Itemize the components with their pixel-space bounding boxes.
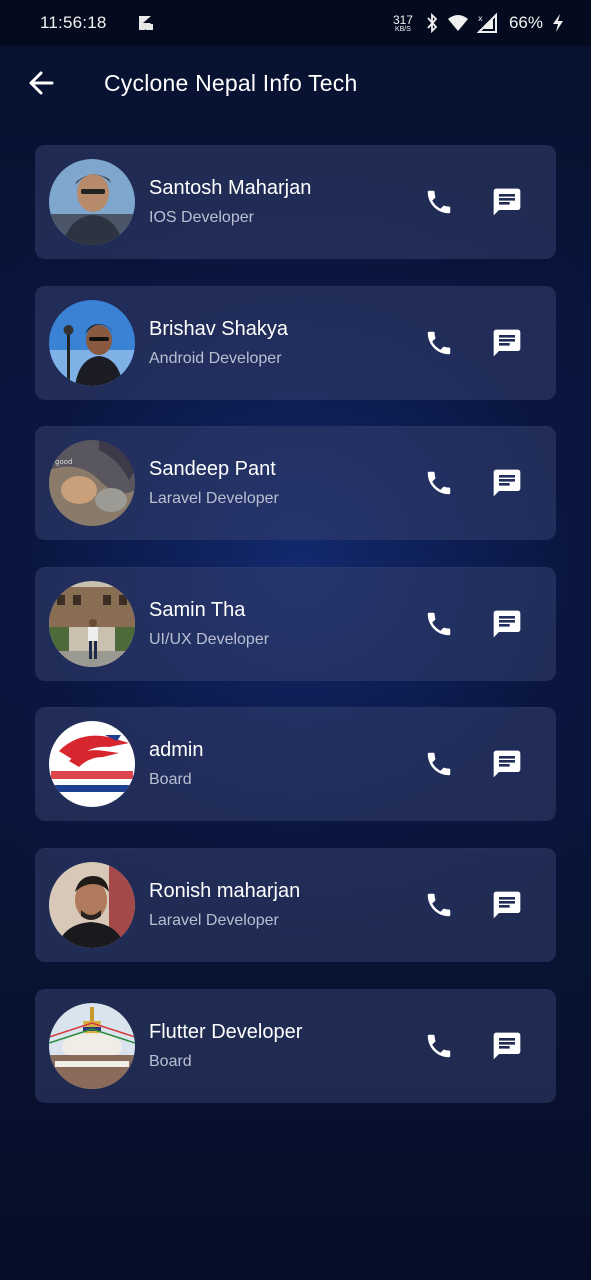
message-icon <box>493 1032 521 1059</box>
svg-text:x: x <box>478 14 483 23</box>
contact-role: Android Developer <box>149 349 282 367</box>
net-speed: 317 KB/S <box>393 14 413 33</box>
call-button[interactable] <box>422 747 456 781</box>
message-icon <box>493 751 521 778</box>
contact-card[interactable]: Brishav Shakya Android Developer <box>35 285 556 400</box>
message-icon <box>493 188 521 216</box>
battery-level: 66% <box>508 13 543 32</box>
contact-role: Board <box>149 771 192 789</box>
wifi-icon <box>447 14 469 32</box>
contact-card[interactable]: Flutter Developer Board <box>35 988 556 1103</box>
message-button[interactable] <box>490 185 524 219</box>
contact-role: Laravel Developer <box>149 490 279 508</box>
message-button[interactable] <box>490 607 524 641</box>
avatar <box>49 721 135 808</box>
avatar <box>49 159 135 245</box>
contact-name: Sandeep Pant <box>149 458 276 481</box>
avatar: good <box>49 440 135 527</box>
call-button[interactable] <box>422 888 456 922</box>
contact-role: Laravel Developer <box>149 911 279 929</box>
phone-icon <box>427 1034 451 1057</box>
message-icon <box>493 469 521 497</box>
message-button[interactable] <box>490 466 524 500</box>
contact-list: Santosh Maharjan IOS Developer Brishav S… <box>35 145 556 1129</box>
charging-icon <box>551 13 565 33</box>
net-speed-value: 317 <box>392 12 413 27</box>
avatar <box>49 580 135 667</box>
phone-icon <box>427 612 451 636</box>
phone-icon <box>427 471 451 495</box>
contact-card[interactable]: admin Board <box>35 707 556 822</box>
status-bar: 11:56:18 317 KB/S x 66% <box>0 0 591 46</box>
contact-name: Flutter Developer <box>149 1020 303 1043</box>
contact-name: admin <box>149 739 204 762</box>
bluetooth-icon <box>425 13 439 33</box>
phone-icon <box>427 190 451 214</box>
contact-card[interactable]: Samin Tha UI/UX Developer <box>35 566 556 681</box>
contact-name: Samin Tha <box>149 598 246 621</box>
contact-name: Santosh Maharjan <box>149 177 312 199</box>
call-button[interactable] <box>422 185 456 219</box>
contact-card[interactable]: Santosh Maharjan IOS Developer <box>35 145 556 259</box>
notification-icon <box>137 14 155 32</box>
back-button[interactable] <box>26 70 56 100</box>
call-button[interactable] <box>422 1029 456 1063</box>
avatar <box>49 861 135 948</box>
message-button[interactable] <box>490 326 524 360</box>
net-speed-unit: KB/S <box>394 25 411 33</box>
contact-name: Brishav Shakya <box>149 317 288 340</box>
message-button[interactable] <box>490 888 524 922</box>
avatar <box>49 299 135 386</box>
page-title: Cyclone Nepal Info Tech <box>104 70 358 96</box>
message-button[interactable] <box>490 747 524 781</box>
phone-icon <box>427 753 451 776</box>
contact-card[interactable]: good Sandeep Pant Laravel Developer <box>35 426 556 541</box>
contact-role: IOS Developer <box>149 209 254 226</box>
svg-text:good: good <box>55 458 72 466</box>
contact-name: Ronish maharjan <box>149 879 301 902</box>
avatar <box>49 1002 135 1089</box>
status-right: 317 KB/S x 66% <box>393 13 565 33</box>
message-icon <box>493 610 521 638</box>
phone-icon <box>427 893 451 917</box>
contact-role: Board <box>149 1052 192 1070</box>
contact-role: UI/UX Developer <box>149 630 270 648</box>
arrow-back-icon <box>28 70 54 101</box>
call-button[interactable] <box>422 466 456 500</box>
message-button[interactable] <box>490 1029 524 1063</box>
call-button[interactable] <box>422 326 456 360</box>
phone-icon <box>427 331 451 354</box>
message-icon <box>493 891 521 919</box>
message-icon <box>493 329 521 356</box>
signal-icon: x <box>476 13 497 33</box>
app-bar: Cyclone Nepal Info Tech <box>0 46 591 122</box>
contact-card[interactable]: Ronish maharjan Laravel Developer <box>35 847 556 962</box>
status-time: 11:56:18 <box>40 13 107 32</box>
call-button[interactable] <box>422 607 456 641</box>
